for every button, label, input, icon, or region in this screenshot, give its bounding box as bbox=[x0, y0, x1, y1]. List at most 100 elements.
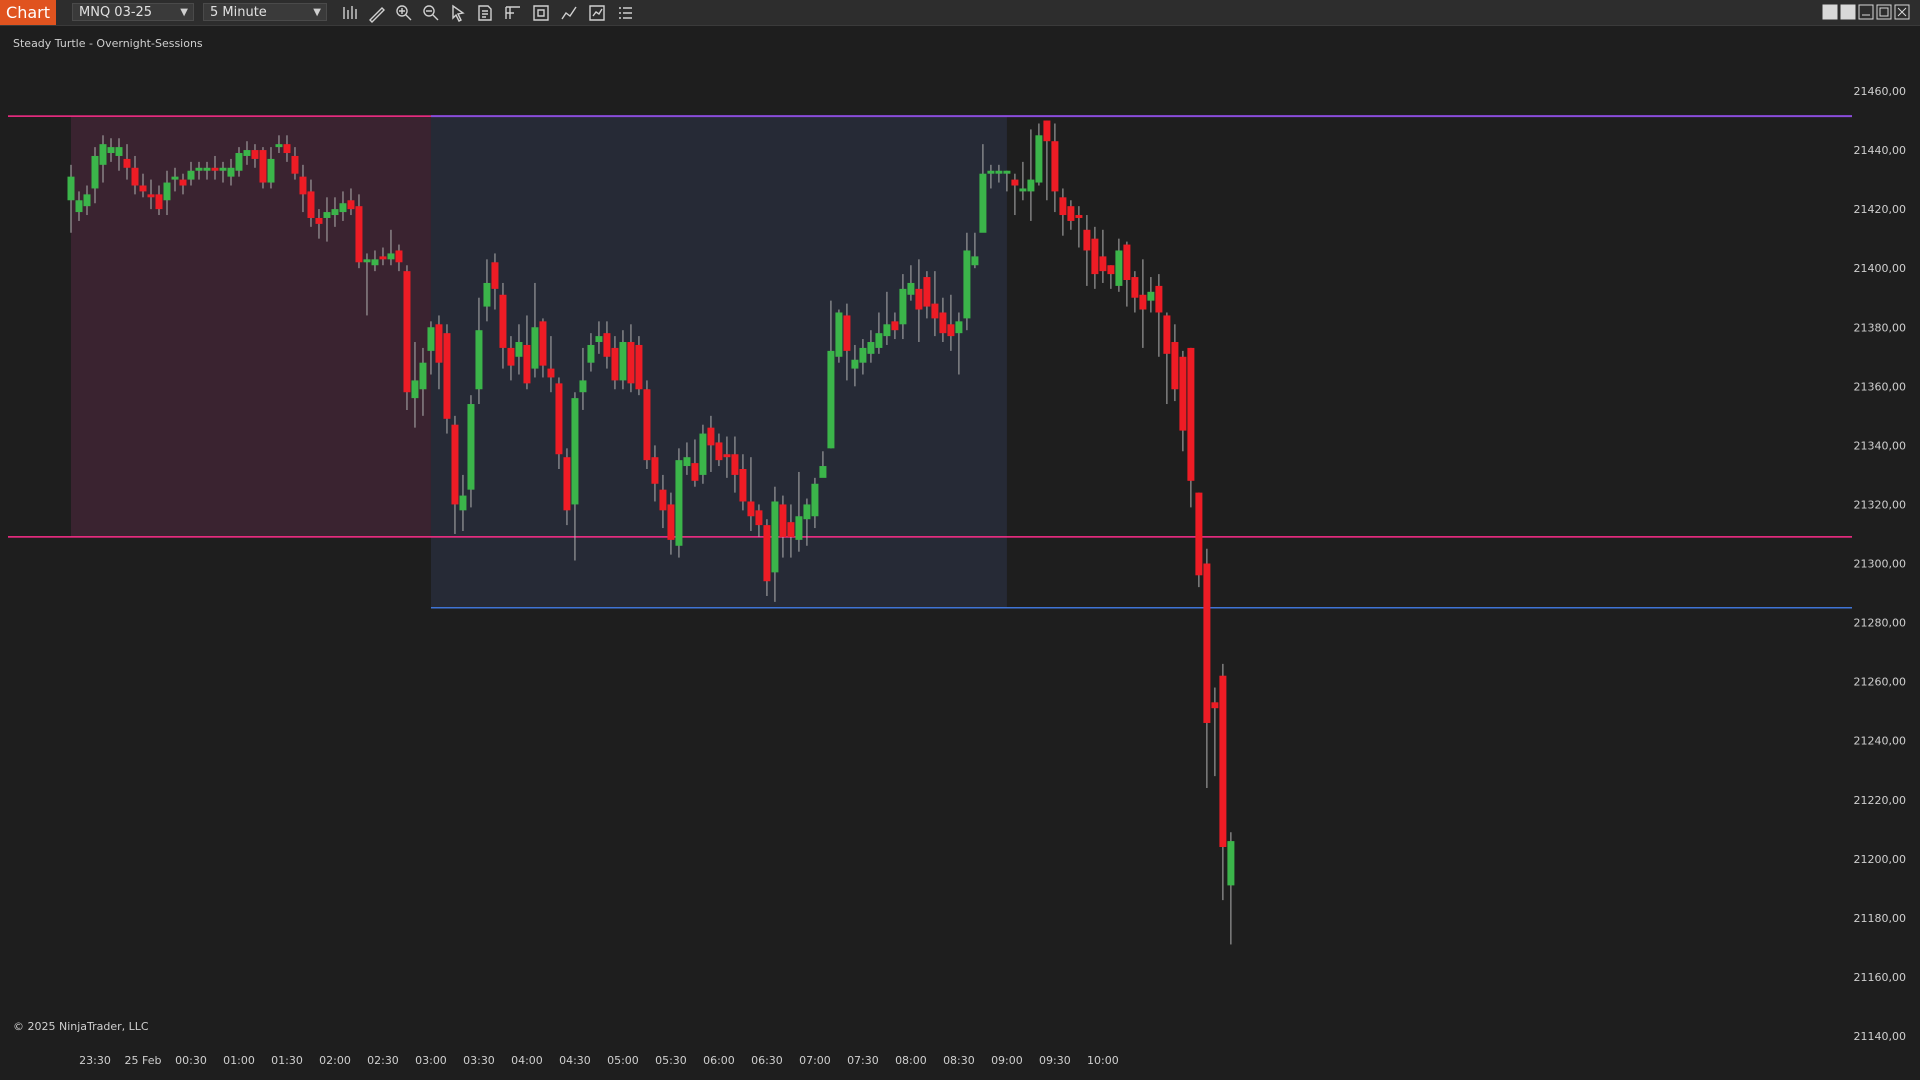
candle bbox=[1091, 226, 1099, 289]
instrument-selector[interactable]: MNQ 03-25 ▼ bbox=[72, 3, 194, 21]
candle-body bbox=[267, 158, 275, 183]
candle-body bbox=[803, 504, 811, 520]
candle-body bbox=[1051, 141, 1059, 192]
data-box-icon[interactable] bbox=[475, 3, 495, 23]
interval-selector[interactable]: 5 Minute ▼ bbox=[203, 3, 327, 21]
candle bbox=[1179, 350, 1187, 452]
time-frame-icon[interactable] bbox=[531, 3, 551, 23]
candle-body bbox=[147, 194, 155, 198]
candle-body bbox=[979, 173, 987, 233]
candle-body bbox=[723, 454, 731, 458]
properties-icon[interactable] bbox=[503, 3, 523, 23]
candle-body bbox=[363, 259, 371, 263]
candle-body bbox=[883, 324, 891, 337]
candle-body bbox=[475, 330, 483, 390]
candle-body bbox=[563, 457, 571, 511]
tile-icon[interactable] bbox=[1822, 4, 1838, 20]
zoom-out-icon[interactable] bbox=[421, 3, 441, 23]
candle-body bbox=[347, 200, 355, 210]
price-tick-label: 21140,00 bbox=[1854, 1030, 1907, 1043]
price-tick-label: 21220,00 bbox=[1854, 794, 1907, 807]
candle-body bbox=[67, 176, 75, 201]
candle-body bbox=[907, 282, 915, 295]
candle-body bbox=[291, 155, 299, 174]
candle-body bbox=[939, 312, 947, 334]
candle-body bbox=[859, 347, 867, 363]
chart-panel[interactable]: 21460,00 21440,00 21420,00 21400,00 21380,00… bbox=[8, 26, 1912, 1076]
candle-body bbox=[187, 170, 195, 180]
candle-body bbox=[307, 191, 315, 218]
candle-body bbox=[747, 501, 755, 517]
list-icon[interactable] bbox=[615, 3, 635, 23]
price-tick-label: 21460,00 bbox=[1854, 85, 1907, 98]
time-tick-label: 07:30 bbox=[847, 1054, 879, 1067]
candle bbox=[1051, 123, 1059, 213]
candle-body bbox=[643, 389, 651, 461]
time-tick-label: 01:00 bbox=[223, 1054, 255, 1067]
candle-body bbox=[91, 155, 99, 189]
chart-tab[interactable]: Chart bbox=[0, 0, 56, 25]
close-icon[interactable] bbox=[1894, 4, 1910, 20]
candle bbox=[1203, 548, 1211, 788]
candle bbox=[1019, 161, 1027, 201]
candle-body bbox=[323, 212, 331, 218]
tile-alt-icon[interactable] bbox=[1840, 4, 1856, 20]
candle-body bbox=[75, 200, 83, 213]
maximize-icon[interactable] bbox=[1876, 4, 1892, 20]
candle-body bbox=[835, 312, 843, 357]
candle-body bbox=[155, 194, 163, 210]
candle-body bbox=[435, 324, 443, 363]
candle bbox=[1099, 229, 1107, 283]
zoom-in-icon[interactable] bbox=[394, 3, 414, 23]
candle-body bbox=[635, 344, 643, 390]
candle-body bbox=[555, 383, 563, 455]
candle-body bbox=[243, 150, 251, 156]
candle-body bbox=[403, 271, 411, 393]
candle-body bbox=[947, 324, 955, 337]
time-tick-label: 10:00 bbox=[1087, 1054, 1119, 1067]
candle-body bbox=[715, 442, 723, 461]
chevron-down-icon: ▼ bbox=[313, 7, 321, 18]
candle bbox=[1059, 188, 1067, 236]
minimize-icon[interactable] bbox=[1858, 4, 1874, 20]
candle-body bbox=[1171, 342, 1179, 390]
candle-body bbox=[755, 510, 763, 526]
bar-style-icon[interactable] bbox=[340, 3, 360, 23]
candle-body bbox=[371, 259, 379, 266]
candle-body bbox=[1067, 206, 1075, 221]
time-tick-label: 05:30 bbox=[655, 1054, 687, 1067]
candle-body bbox=[875, 333, 883, 348]
candle-body bbox=[131, 167, 139, 186]
candle-body bbox=[963, 250, 971, 319]
candle-body bbox=[843, 315, 851, 351]
strategy-icon[interactable] bbox=[559, 3, 579, 23]
candle-body bbox=[1227, 841, 1235, 886]
candle bbox=[635, 336, 643, 396]
candle-body bbox=[867, 342, 875, 354]
price-tick-label: 21180,00 bbox=[1854, 912, 1907, 925]
indicators-icon[interactable] bbox=[587, 3, 607, 23]
candle-body bbox=[971, 256, 979, 266]
candle bbox=[403, 265, 411, 410]
candle-body bbox=[331, 209, 339, 216]
candle-body bbox=[387, 253, 395, 260]
price-chart[interactable]: 21460,00 21440,00 21420,00 21400,00 21380,00… bbox=[8, 26, 1912, 1076]
candle-body bbox=[1203, 563, 1211, 723]
candle-body bbox=[891, 321, 899, 331]
candle-body bbox=[827, 350, 835, 449]
draw-icon[interactable] bbox=[367, 3, 387, 23]
candle-body bbox=[499, 294, 507, 348]
candle bbox=[699, 424, 707, 484]
candle-body bbox=[123, 158, 131, 168]
candle-body bbox=[1219, 675, 1227, 847]
candle-body bbox=[339, 203, 347, 213]
candle bbox=[1115, 238, 1123, 292]
price-tick-label: 21400,00 bbox=[1854, 262, 1907, 275]
candle-body bbox=[539, 321, 547, 366]
pointer-icon[interactable] bbox=[448, 3, 468, 23]
price-tick-label: 21340,00 bbox=[1854, 439, 1907, 452]
candle-body bbox=[419, 362, 427, 390]
candle-body bbox=[139, 185, 147, 192]
time-tick-label: 04:30 bbox=[559, 1054, 591, 1067]
candle-body bbox=[675, 460, 683, 546]
